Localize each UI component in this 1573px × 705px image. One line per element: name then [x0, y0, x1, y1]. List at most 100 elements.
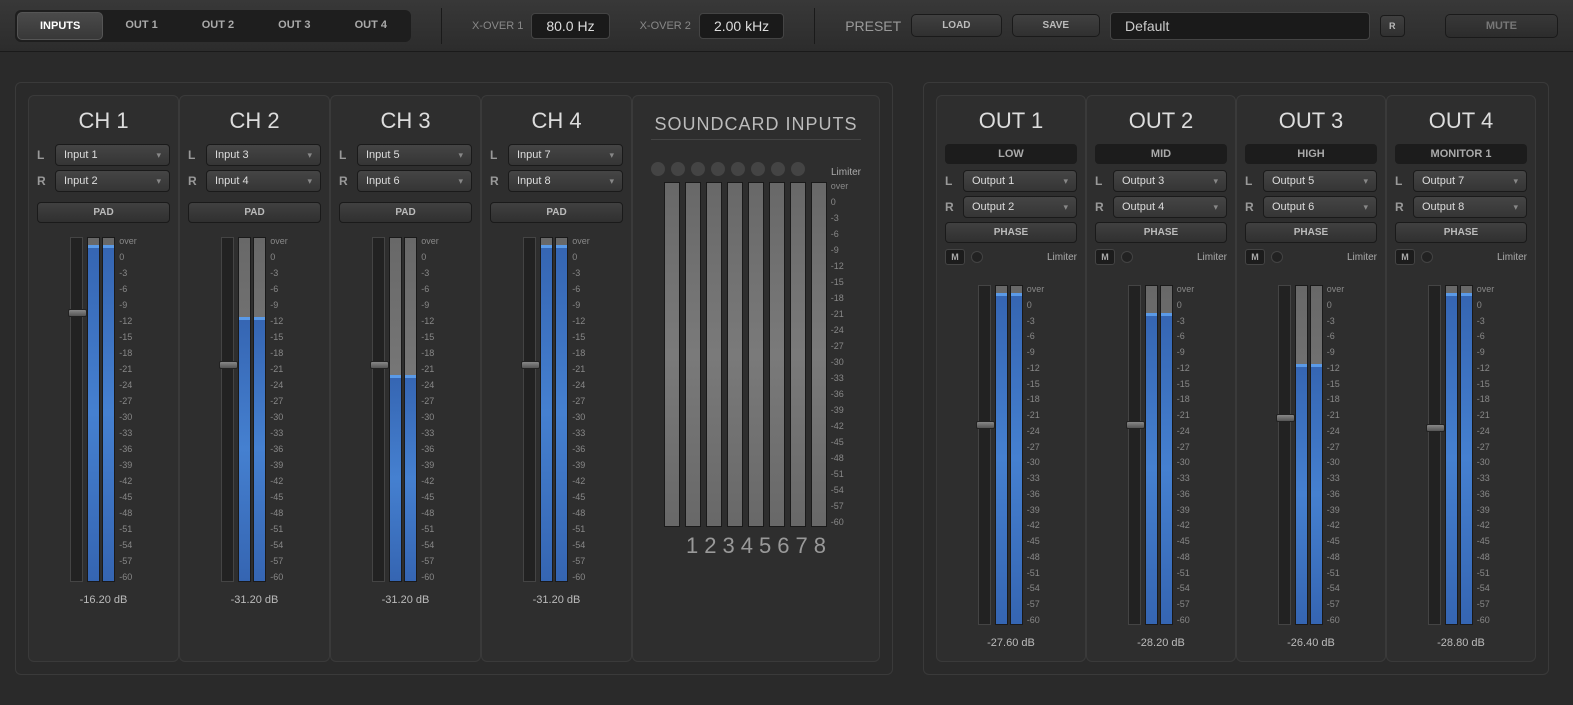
fader-thumb[interactable]: [1426, 424, 1445, 432]
fader-thumb[interactable]: [219, 361, 238, 369]
input-right-select[interactable]: Input 6: [357, 170, 472, 192]
input-channel-4: CH 4LInput 7RInput 8PADover0-3-6-9-12-15…: [481, 95, 632, 662]
channel-sublabel[interactable]: MID: [1095, 144, 1227, 164]
fader-thumb[interactable]: [521, 361, 540, 369]
output-channel-1: OUT 1LOWLOutput 1ROutput 2PHASEMLimitero…: [936, 95, 1086, 662]
level-meter: [1145, 285, 1158, 625]
tab-inputs[interactable]: INPUTS: [17, 12, 103, 40]
soundcard-meter: [769, 182, 785, 527]
preset-name-display[interactable]: Default: [1110, 12, 1370, 40]
output-channel-3: OUT 3HIGHLOutput 5ROutput 6PHASEMLimiter…: [1236, 95, 1386, 662]
xover2-value[interactable]: 2.00 kHz: [699, 13, 784, 39]
fader-thumb[interactable]: [976, 421, 995, 429]
db-scale: over0-3-6-9-12-15-18-21-24-27-30-33-36-3…: [1327, 285, 1345, 625]
pad-button[interactable]: PAD: [37, 202, 170, 223]
tab-out-2[interactable]: OUT 2: [180, 12, 256, 40]
limiter-led-icon: [1271, 251, 1283, 263]
xover1-value[interactable]: 80.0 Hz: [531, 13, 609, 39]
output-left-select[interactable]: Output 1: [963, 170, 1077, 192]
db-readout: -31.20 dB: [533, 594, 581, 606]
input-right-select[interactable]: Input 8: [508, 170, 623, 192]
level-meter: [1460, 285, 1473, 625]
output-left-select[interactable]: Output 3: [1113, 170, 1227, 192]
output-channel-2: OUT 2MIDLOutput 3ROutput 4PHASEMLimitero…: [1086, 95, 1236, 662]
input-left-select[interactable]: Input 5: [357, 144, 472, 166]
output-right-select[interactable]: Output 6: [1263, 196, 1377, 218]
db-scale: over0-3-6-9-12-15-18-21-24-27-30-33-36-3…: [831, 182, 849, 527]
fader-track[interactable]: [1428, 285, 1441, 625]
channel-title: OUT 3: [1279, 108, 1343, 134]
fader-track[interactable]: [1278, 285, 1291, 625]
fader-track[interactable]: [523, 237, 536, 582]
phase-button[interactable]: PHASE: [945, 222, 1077, 243]
fader-thumb[interactable]: [68, 309, 87, 317]
channel-sublabel[interactable]: HIGH: [1245, 144, 1377, 164]
input-right-select[interactable]: Input 4: [206, 170, 321, 192]
left-label: L: [490, 148, 502, 162]
output-left-select[interactable]: Output 7: [1413, 170, 1527, 192]
limiter-label: Limiter: [831, 167, 861, 178]
fader-track[interactable]: [70, 237, 83, 582]
limiter-label: Limiter: [1047, 252, 1077, 263]
mute-channel-button[interactable]: M: [1245, 249, 1265, 265]
phase-button[interactable]: PHASE: [1245, 222, 1377, 243]
fader-track[interactable]: [221, 237, 234, 582]
output-right-select[interactable]: Output 4: [1113, 196, 1227, 218]
fader-track[interactable]: [1128, 285, 1141, 625]
db-scale: over0-3-6-9-12-15-18-21-24-27-30-33-36-3…: [119, 237, 137, 582]
outputs-panel: OUT 1LOWLOutput 1ROutput 2PHASEMLimitero…: [923, 82, 1549, 675]
pad-button[interactable]: PAD: [188, 202, 321, 223]
mute-channel-button[interactable]: M: [1095, 249, 1115, 265]
level-meter: [253, 237, 266, 582]
pad-button[interactable]: PAD: [339, 202, 472, 223]
save-button[interactable]: SAVE: [1012, 14, 1101, 37]
limiter-label: Limiter: [1497, 252, 1527, 263]
channel-sublabel[interactable]: MONITOR 1: [1395, 144, 1527, 164]
left-label: L: [1095, 174, 1107, 188]
level-meter: [995, 285, 1008, 625]
db-scale: over0-3-6-9-12-15-18-21-24-27-30-33-36-3…: [1027, 285, 1045, 625]
reset-button[interactable]: R: [1380, 15, 1405, 37]
input-left-select[interactable]: Input 1: [55, 144, 170, 166]
soundcard-meter: [811, 182, 827, 527]
limiter-led-icon: [1421, 251, 1433, 263]
fader-track[interactable]: [372, 237, 385, 582]
output-right-select[interactable]: Output 2: [963, 196, 1077, 218]
left-label: L: [1395, 174, 1407, 188]
fader-thumb[interactable]: [370, 361, 389, 369]
channel-title: CH 1: [78, 108, 128, 134]
channel-sublabel[interactable]: LOW: [945, 144, 1077, 164]
level-meter: [540, 237, 553, 582]
db-scale: over0-3-6-9-12-15-18-21-24-27-30-33-36-3…: [270, 237, 288, 582]
fader-thumb[interactable]: [1126, 421, 1145, 429]
phase-button[interactable]: PHASE: [1095, 222, 1227, 243]
level-meter: [389, 237, 402, 582]
mute-button[interactable]: MUTE: [1445, 14, 1558, 38]
input-left-select[interactable]: Input 3: [206, 144, 321, 166]
channel-title: CH 4: [531, 108, 581, 134]
tab-out-1[interactable]: OUT 1: [103, 12, 179, 40]
phase-button[interactable]: PHASE: [1395, 222, 1527, 243]
input-left-select[interactable]: Input 7: [508, 144, 623, 166]
xover2-label: X-OVER 2: [640, 20, 691, 32]
db-readout: -31.20 dB: [231, 594, 279, 606]
pad-button[interactable]: PAD: [490, 202, 623, 223]
separator: [814, 8, 815, 44]
divider: [651, 139, 861, 140]
db-scale: over0-3-6-9-12-15-18-21-24-27-30-33-36-3…: [572, 237, 590, 582]
separator: [441, 8, 442, 44]
input-right-select[interactable]: Input 2: [55, 170, 170, 192]
clip-led-icon: [751, 162, 765, 176]
load-button[interactable]: LOAD: [911, 14, 1001, 37]
inputs-panel: CH 1LInput 1RInput 2PADover0-3-6-9-12-15…: [15, 82, 893, 675]
mute-channel-button[interactable]: M: [1395, 249, 1415, 265]
soundcard-meter: [706, 182, 722, 527]
output-right-select[interactable]: Output 8: [1413, 196, 1527, 218]
clip-led-icon: [731, 162, 745, 176]
output-left-select[interactable]: Output 5: [1263, 170, 1377, 192]
tab-out-3[interactable]: OUT 3: [256, 12, 332, 40]
mute-channel-button[interactable]: M: [945, 249, 965, 265]
tab-out-4[interactable]: OUT 4: [333, 12, 409, 40]
fader-thumb[interactable]: [1276, 414, 1295, 422]
fader-track[interactable]: [978, 285, 991, 625]
